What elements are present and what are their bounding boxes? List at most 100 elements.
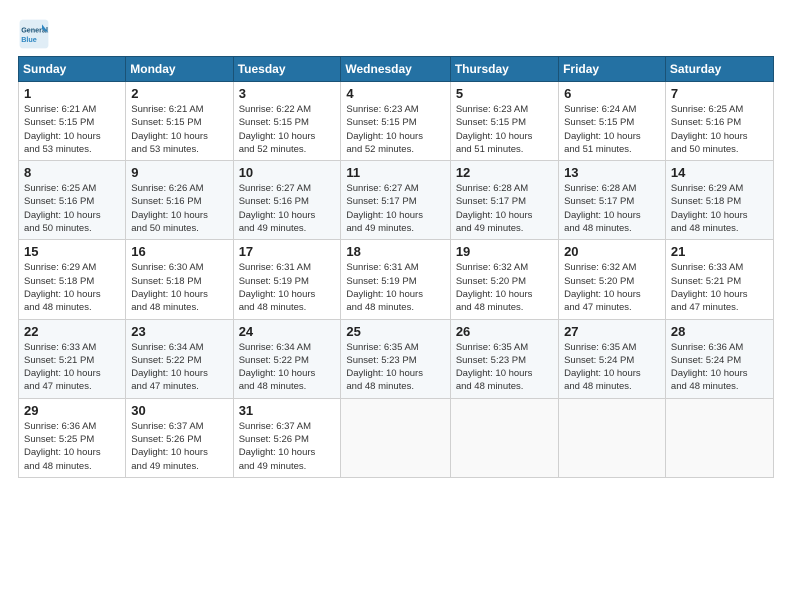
calendar-cell: 23 Sunrise: 6:34 AMSunset: 5:22 PMDayligh… [126,319,233,398]
day-info: Sunrise: 6:28 AMSunset: 5:17 PMDaylight:… [564,182,660,235]
day-number: 10 [239,165,336,180]
calendar-cell: 24 Sunrise: 6:34 AMSunset: 5:22 PMDayligh… [233,319,341,398]
day-number: 22 [24,324,120,339]
weekday-header-monday: Monday [126,57,233,82]
day-info: Sunrise: 6:37 AMSunset: 5:26 PMDaylight:… [131,420,227,473]
weekday-header-tuesday: Tuesday [233,57,341,82]
day-info: Sunrise: 6:23 AMSunset: 5:15 PMDaylight:… [346,103,444,156]
day-info: Sunrise: 6:28 AMSunset: 5:17 PMDaylight:… [456,182,553,235]
day-number: 20 [564,244,660,259]
day-number: 24 [239,324,336,339]
calendar-cell: 2 Sunrise: 6:21 AMSunset: 5:15 PMDaylight… [126,82,233,161]
day-info: Sunrise: 6:27 AMSunset: 5:16 PMDaylight:… [239,182,336,235]
day-info: Sunrise: 6:23 AMSunset: 5:15 PMDaylight:… [456,103,553,156]
day-info: Sunrise: 6:34 AMSunset: 5:22 PMDaylight:… [239,341,336,394]
calendar-cell: 15Sunrise: 6:29 AMSunset: 5:18 PMDayligh… [19,240,126,319]
day-number: 17 [239,244,336,259]
day-number: 2 [131,86,227,101]
day-info: Sunrise: 6:34 AMSunset: 5:22 PMDaylight:… [131,341,227,394]
calendar-cell: 17Sunrise: 6:31 AMSunset: 5:19 PMDayligh… [233,240,341,319]
calendar-cell: 3 Sunrise: 6:22 AMSunset: 5:15 PMDaylight… [233,82,341,161]
calendar-cell: 8 Sunrise: 6:25 AMSunset: 5:16 PMDaylight… [19,161,126,240]
day-info: Sunrise: 6:37 AMSunset: 5:26 PMDaylight:… [239,420,336,473]
day-info: Sunrise: 6:24 AMSunset: 5:15 PMDaylight:… [564,103,660,156]
day-info: Sunrise: 6:33 AMSunset: 5:21 PMDaylight:… [671,261,768,314]
day-info: Sunrise: 6:36 AMSunset: 5:25 PMDaylight:… [24,420,120,473]
day-number: 12 [456,165,553,180]
calendar-cell: 5Sunrise: 6:23 AMSunset: 5:15 PMDaylight… [450,82,558,161]
day-number: 30 [131,403,227,418]
weekday-header-friday: Friday [559,57,666,82]
calendar-cell: 12 Sunrise: 6:28 AMSunset: 5:17 PMDayligh… [450,161,558,240]
day-number: 14 [671,165,768,180]
day-number: 1 [24,86,120,101]
header: General Blue [18,18,774,50]
calendar-week-4: 22 Sunrise: 6:33 AMSunset: 5:21 PMDayligh… [19,319,774,398]
weekday-header-saturday: Saturday [665,57,773,82]
day-number: 8 [24,165,120,180]
calendar-cell: 26Sunrise: 6:35 AMSunset: 5:23 PMDayligh… [450,319,558,398]
day-info: Sunrise: 6:27 AMSunset: 5:17 PMDaylight:… [346,182,444,235]
day-number: 7 [671,86,768,101]
day-number: 18 [346,244,444,259]
day-number: 31 [239,403,336,418]
day-number: 11 [346,165,444,180]
calendar-cell: 4 Sunrise: 6:23 AMSunset: 5:15 PMDaylight… [341,82,450,161]
calendar-cell: 13 Sunrise: 6:28 AMSunset: 5:17 PMDayligh… [559,161,666,240]
weekday-header-wednesday: Wednesday [341,57,450,82]
day-info: Sunrise: 6:29 AMSunset: 5:18 PMDaylight:… [671,182,768,235]
day-info: Sunrise: 6:25 AMSunset: 5:16 PMDaylight:… [24,182,120,235]
calendar-week-1: 1 Sunrise: 6:21 AMSunset: 5:15 PMDaylight… [19,82,774,161]
calendar-cell: 28 Sunrise: 6:36 AMSunset: 5:24 PMDayligh… [665,319,773,398]
day-info: Sunrise: 6:21 AMSunset: 5:15 PMDaylight:… [24,103,120,156]
day-number: 29 [24,403,120,418]
day-info: Sunrise: 6:30 AMSunset: 5:18 PMDaylight:… [131,261,227,314]
day-number: 28 [671,324,768,339]
calendar-week-2: 8 Sunrise: 6:25 AMSunset: 5:16 PMDaylight… [19,161,774,240]
weekday-header-sunday: Sunday [19,57,126,82]
calendar-cell: 31 Sunrise: 6:37 AMSunset: 5:26 PMDayligh… [233,398,341,477]
calendar-cell [450,398,558,477]
day-number: 21 [671,244,768,259]
calendar-cell: 22 Sunrise: 6:33 AMSunset: 5:21 PMDayligh… [19,319,126,398]
calendar-cell: 9Sunrise: 6:26 AMSunset: 5:16 PMDaylight… [126,161,233,240]
day-info: Sunrise: 6:35 AMSunset: 5:24 PMDaylight:… [564,341,660,394]
page: General Blue SundayMondayTuesdayWednesda… [0,0,792,612]
calendar-cell [559,398,666,477]
calendar-cell: 25Sunrise: 6:35 AMSunset: 5:23 PMDayligh… [341,319,450,398]
day-number: 4 [346,86,444,101]
day-number: 19 [456,244,553,259]
day-info: Sunrise: 6:33 AMSunset: 5:21 PMDaylight:… [24,341,120,394]
calendar-cell: 27Sunrise: 6:35 AMSunset: 5:24 PMDayligh… [559,319,666,398]
calendar-week-3: 15Sunrise: 6:29 AMSunset: 5:18 PMDayligh… [19,240,774,319]
day-number: 16 [131,244,227,259]
day-number: 3 [239,86,336,101]
day-number: 6 [564,86,660,101]
logo: General Blue [18,18,54,50]
calendar-body: 1 Sunrise: 6:21 AMSunset: 5:15 PMDaylight… [19,82,774,478]
day-info: Sunrise: 6:32 AMSunset: 5:20 PMDaylight:… [456,261,553,314]
svg-text:Blue: Blue [21,35,37,44]
logo-icon: General Blue [18,18,50,50]
calendar-table: SundayMondayTuesdayWednesdayThursdayFrid… [18,56,774,478]
calendar-cell: 29 Sunrise: 6:36 AMSunset: 5:25 PMDayligh… [19,398,126,477]
day-number: 15 [24,244,120,259]
day-info: Sunrise: 6:21 AMSunset: 5:15 PMDaylight:… [131,103,227,156]
day-number: 9 [131,165,227,180]
calendar-cell: 7 Sunrise: 6:25 AMSunset: 5:16 PMDaylight… [665,82,773,161]
day-info: Sunrise: 6:35 AMSunset: 5:23 PMDaylight:… [346,341,444,394]
day-info: Sunrise: 6:36 AMSunset: 5:24 PMDaylight:… [671,341,768,394]
calendar-cell: 18Sunrise: 6:31 AMSunset: 5:19 PMDayligh… [341,240,450,319]
day-info: Sunrise: 6:25 AMSunset: 5:16 PMDaylight:… [671,103,768,156]
calendar-week-5: 29 Sunrise: 6:36 AMSunset: 5:25 PMDayligh… [19,398,774,477]
day-number: 23 [131,324,227,339]
calendar-cell: 14 Sunrise: 6:29 AMSunset: 5:18 PMDayligh… [665,161,773,240]
calendar-cell: 30 Sunrise: 6:37 AMSunset: 5:26 PMDayligh… [126,398,233,477]
calendar-cell [665,398,773,477]
calendar-cell: 20Sunrise: 6:32 AMSunset: 5:20 PMDayligh… [559,240,666,319]
calendar-cell [341,398,450,477]
day-info: Sunrise: 6:22 AMSunset: 5:15 PMDaylight:… [239,103,336,156]
day-info: Sunrise: 6:35 AMSunset: 5:23 PMDaylight:… [456,341,553,394]
day-number: 13 [564,165,660,180]
weekday-header-row: SundayMondayTuesdayWednesdayThursdayFrid… [19,57,774,82]
